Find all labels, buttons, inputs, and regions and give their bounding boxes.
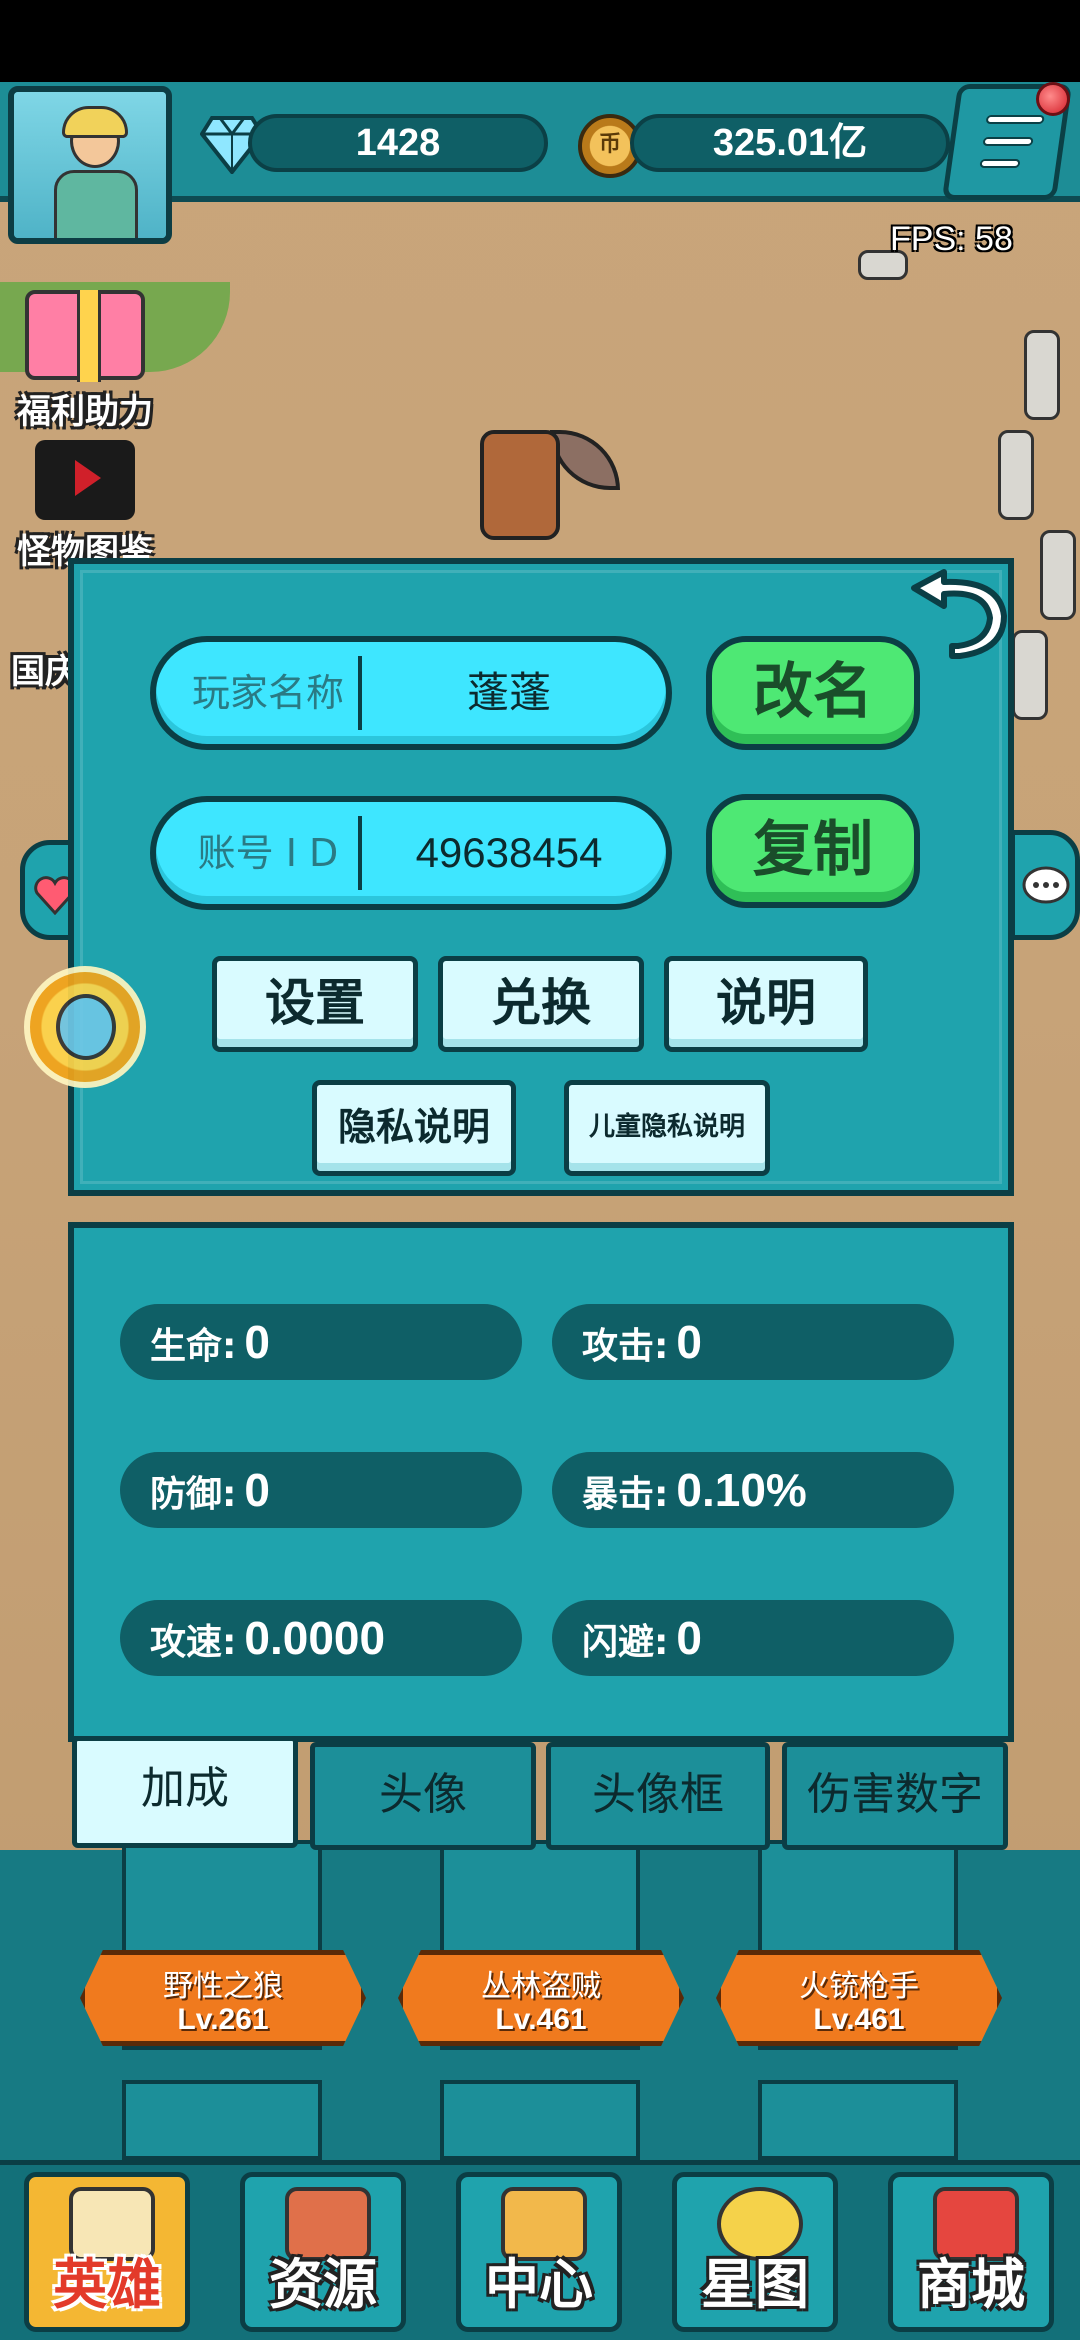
copy-button[interactable]: 复制 (706, 794, 920, 908)
nav-resources[interactable]: 资源 (240, 2172, 406, 2332)
monster-book-icon (35, 440, 135, 520)
hero-level: Lv.461 (495, 2003, 587, 2036)
stat-defense: 防御: 0 (120, 1452, 522, 1528)
side-welfare-label: 福利助力 (17, 392, 153, 432)
side-welfare-button[interactable]: 福利助力 (10, 290, 160, 433)
player-name-label: 玩家名称 (191, 671, 344, 715)
stat-value: 0.0000 (244, 1612, 386, 1664)
notification-dot (1036, 82, 1070, 116)
assistant-bubble[interactable] (24, 966, 146, 1088)
player-name-field: 玩家名称 蓬蓬 (150, 636, 672, 750)
hero-level: Lv.261 (177, 2003, 269, 2036)
monster-sprite (440, 410, 620, 560)
hero-card[interactable] (440, 2080, 640, 2160)
stat-attack: 攻击: 0 (552, 1304, 954, 1380)
account-id-field: 账号 I D 49638454 (150, 796, 672, 910)
nav-label: 英雄 (53, 2253, 161, 2316)
hero-card[interactable] (758, 2080, 958, 2160)
instructions-button[interactable]: 说明 (664, 956, 868, 1052)
nav-label: 商城 (917, 2253, 1025, 2316)
hero-name: 火铳枪手 (799, 1969, 919, 2004)
hero-name: 丛林盗贼 (481, 1969, 601, 2004)
child-privacy-policy-button[interactable]: 儿童隐私说明 (564, 1080, 770, 1176)
hero-level: Lv.461 (813, 2003, 905, 2036)
side-monster-book-button[interactable]: 怪物图鉴 (10, 440, 160, 573)
stat-value: 0 (676, 1612, 702, 1664)
chat-tab[interactable] (1010, 830, 1080, 940)
stat-hp: 生命: 0 (120, 1304, 522, 1380)
nav-label: 星图 (701, 2253, 809, 2316)
stat-value: 0 (244, 1464, 270, 1516)
stone-pillar (1024, 330, 1060, 420)
tab-avatar-frame[interactable]: 头像框 (546, 1742, 770, 1850)
chat-icon (1022, 866, 1070, 904)
stat-crit: 暴击: 0.10% (552, 1452, 954, 1528)
stat-label: 暴击: (582, 1474, 669, 1515)
stone-pillar (1012, 630, 1048, 720)
hero-name: 野性之狼 (163, 1969, 283, 2004)
hero-banner: 火铳枪手 Lv.461 (716, 1950, 1002, 2046)
fps-value: 58 (975, 220, 1013, 258)
stat-label: 攻击: (582, 1326, 669, 1367)
redeem-button[interactable]: 兑换 (438, 956, 644, 1052)
stat-label: 生命: (150, 1326, 237, 1367)
stat-label: 攻速: (150, 1622, 237, 1663)
stone-pillar (1040, 530, 1076, 620)
nav-shop[interactable]: 商城 (888, 2172, 1054, 2332)
stat-label: 防御: (150, 1474, 237, 1515)
stone-pillar (998, 430, 1034, 520)
hero-banner: 丛林盗贼 Lv.461 (398, 1950, 684, 2046)
stats-panel: 生命: 0 攻击: 0 防御: 0 暴击: 0.10% 攻速: 0.0000 闪避: 0 (68, 1222, 1014, 1742)
account-id-value: 49638454 (415, 829, 603, 876)
stat-value: 0 (244, 1316, 270, 1368)
player-name-value: 蓬蓬 (466, 669, 551, 716)
nav-star-map[interactable]: 星图 (672, 2172, 838, 2332)
tab-damage-numbers[interactable]: 伤害数字 (782, 1742, 1008, 1850)
player-avatar[interactable] (8, 86, 172, 244)
nav-center[interactable]: 中心 (456, 2172, 622, 2332)
fps-counter: FPS: 58 (890, 220, 1013, 259)
account-id-label: 账号 I D (197, 831, 339, 875)
tab-avatar[interactable]: 头像 (310, 1742, 536, 1850)
privacy-policy-button[interactable]: 隐私说明 (312, 1080, 516, 1176)
tab-bonus[interactable]: 加成 (72, 1736, 298, 1848)
nav-heroes[interactable]: 英雄 (24, 2172, 190, 2332)
nav-label: 中心 (485, 2253, 593, 2316)
status-bar (0, 0, 1080, 82)
stat-label: 闪避: (582, 1622, 669, 1663)
back-arrow-icon[interactable] (896, 550, 1016, 660)
stat-attack-speed: 攻速: 0.0000 (120, 1600, 522, 1676)
hero-banner: 野性之狼 Lv.261 (80, 1950, 366, 2046)
stat-value: 0.10% (676, 1464, 807, 1516)
rabbit-icon (56, 994, 116, 1060)
stat-value: 0 (676, 1316, 702, 1368)
settings-button[interactable]: 设置 (212, 956, 418, 1052)
gem-counter: 1428 (248, 114, 548, 172)
coin-counter: 325.01亿 (630, 114, 950, 172)
stat-dodge: 闪避: 0 (552, 1600, 954, 1676)
fps-label: FPS: (890, 220, 966, 258)
gift-icon (25, 290, 145, 382)
nav-label: 资源 (269, 2253, 377, 2316)
hero-card[interactable] (122, 2080, 322, 2160)
rename-button[interactable]: 改名 (706, 636, 920, 750)
